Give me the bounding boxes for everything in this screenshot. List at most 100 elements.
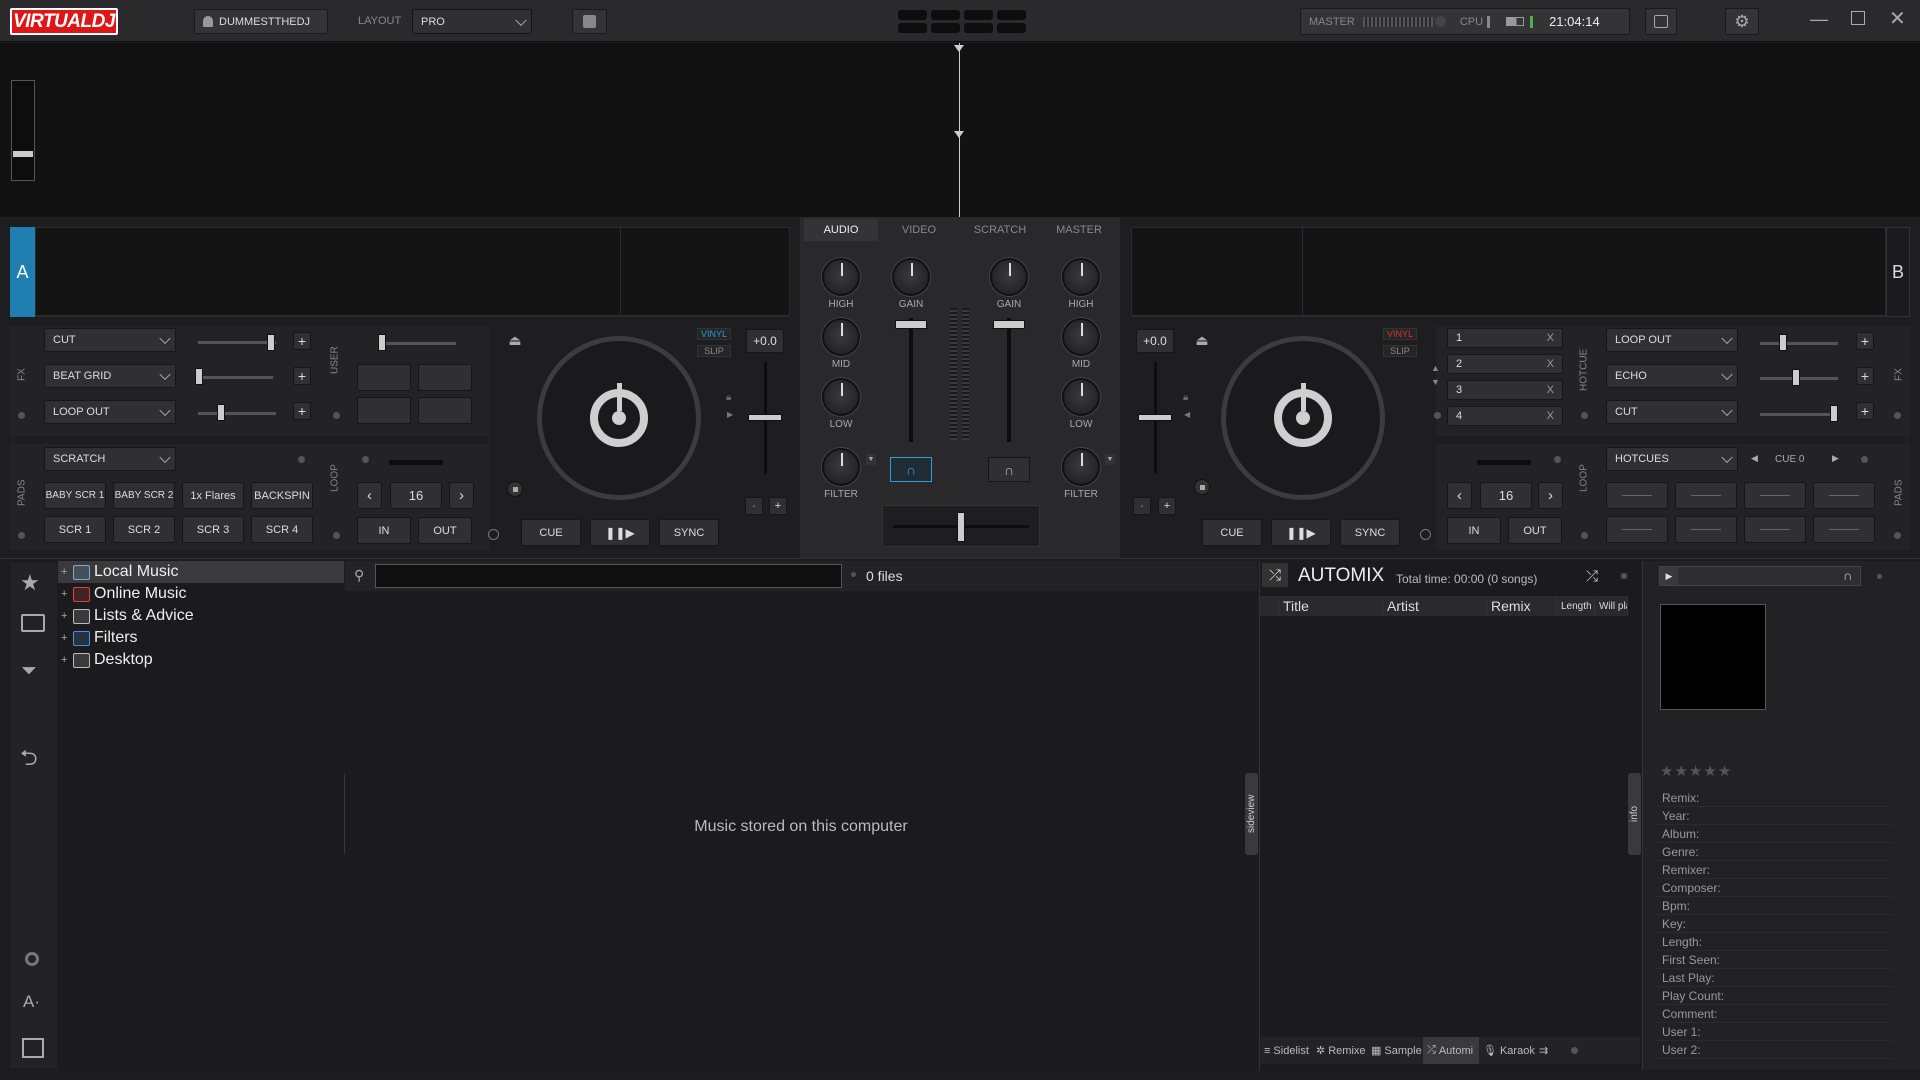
expand-icon[interactable]: + <box>61 566 73 578</box>
deck-b-loop-size[interactable]: 16 <box>1480 482 1532 509</box>
info-options-dot[interactable] <box>1876 573 1883 580</box>
deck-b-eject-icon[interactable]: ⏏ <box>1190 330 1214 350</box>
deck-b-hotcue-4[interactable]: 4X <box>1447 406 1563 426</box>
info-field[interactable]: Last Play: <box>1656 969 1892 987</box>
deck-layout-icon[interactable] <box>898 10 1026 34</box>
tab-sampler[interactable]: ▦ Sample <box>1367 1037 1423 1064</box>
info-field[interactable]: Comment: <box>1656 1005 1892 1023</box>
expand-icon[interactable]: + <box>61 654 73 666</box>
deck-b-pad-4[interactable] <box>1813 482 1875 509</box>
col-length[interactable]: Length <box>1557 596 1595 616</box>
cue-next-icon[interactable]: ▶ <box>1832 453 1839 464</box>
cue-prev-icon[interactable]: ◀ <box>1751 453 1758 464</box>
deck-b-pitch-thumb[interactable] <box>1138 414 1172 421</box>
deck-a-fx-tab[interactable]: FX <box>12 330 32 420</box>
deck-b-fx2-thumb[interactable] <box>1792 369 1800 386</box>
info-field[interactable]: Album: <box>1656 825 1892 843</box>
mixer-a-filter-knob[interactable] <box>822 448 860 486</box>
deck-a-sync-button[interactable]: SYNC <box>659 519 719 546</box>
preview-play-icon[interactable]: ▶ <box>1660 567 1678 585</box>
deck-b-pad-8[interactable] <box>1813 516 1875 543</box>
star-icon[interactable]: ★ <box>1674 763 1688 780</box>
deck-a-fx1-thumb[interactable] <box>267 334 275 351</box>
rating-stars[interactable]: ★★★★★ <box>1660 762 1732 780</box>
settings-button[interactable]: ⚙ <box>1725 8 1759 35</box>
crossfader-thumb[interactable] <box>957 512 965 542</box>
preview-player[interactable]: ▶ ∩ <box>1659 566 1861 586</box>
deck-b-loop-next[interactable]: › <box>1538 482 1563 509</box>
star-icon[interactable]: ★ <box>1718 763 1732 780</box>
automix-options-dot[interactable] <box>1620 572 1628 580</box>
col-artist[interactable]: Artist <box>1383 596 1487 616</box>
deck-a-user-thumb[interactable] <box>378 334 386 351</box>
deck-b-pads-option-dot[interactable] <box>1860 455 1869 464</box>
mixer-tab-scratch[interactable]: SCRATCH <box>960 219 1040 241</box>
deck-a-pad-4[interactable]: BACKSPIN <box>251 482 313 509</box>
deck-b-pad-2[interactable] <box>1675 482 1737 509</box>
tab-automix[interactable]: ⤮ Automi <box>1423 1037 1479 1064</box>
info-field[interactable]: Genre: <box>1656 843 1892 861</box>
deck-b-pad-6[interactable] <box>1675 516 1737 543</box>
shuffle-icon[interactable]: ⤮ <box>1262 563 1288 587</box>
search-icon[interactable]: ⚲ <box>354 567 364 584</box>
deck-a-loop-out[interactable]: OUT <box>418 517 472 544</box>
deck-a-fx-dot[interactable] <box>17 411 26 420</box>
deck-b-fx3-add[interactable]: + <box>1856 402 1874 420</box>
rec-schedule-button[interactable] <box>1645 8 1677 35</box>
font-size-icon[interactable]: A· <box>23 992 40 1012</box>
layout-select[interactable]: PRO <box>412 9 532 34</box>
info-field[interactable]: Remix: <box>1656 789 1892 807</box>
deck-b-cue-button[interactable]: CUE <box>1202 519 1262 546</box>
info-field[interactable]: Remixer: <box>1656 861 1892 879</box>
deck-b-slip-button[interactable]: SLIP <box>1383 345 1417 357</box>
info-field[interactable]: First Seen: <box>1656 951 1892 969</box>
deck-a-loop-next[interactable]: › <box>449 482 474 509</box>
deck-a-fx1-select[interactable]: CUT <box>44 328 176 352</box>
favorites-star-icon[interactable]: ★ <box>20 570 40 596</box>
deck-a-fx2-add[interactable]: + <box>293 367 311 385</box>
info-tab[interactable]: info <box>1628 773 1641 855</box>
deck-a-fx3-select[interactable]: LOOP OUT <box>44 400 176 424</box>
deck-b-pads-tab[interactable]: PADS <box>1889 448 1909 538</box>
tree-item[interactable]: + Local Music <box>58 561 344 583</box>
mixer-tab-audio[interactable]: AUDIO <box>804 219 878 241</box>
extensions-button[interactable] <box>572 9 607 34</box>
deck-a-user-pad-3[interactable] <box>357 397 411 424</box>
tree-item[interactable]: + Online Music <box>58 583 344 605</box>
deck-a-pad-3[interactable]: 1x Flares <box>182 482 244 509</box>
mixer-a-volume-thumb[interactable] <box>895 320 927 329</box>
tab-sidelist[interactable]: ≡ Sidelist <box>1260 1037 1312 1064</box>
deck-a-pads-tab[interactable]: PADS <box>12 448 32 538</box>
hotcue-delete-icon[interactable]: X <box>1547 358 1554 370</box>
mixer-b-low-knob[interactable] <box>1062 378 1100 416</box>
deck-b-sync-button[interactable]: SYNC <box>1340 519 1400 546</box>
sideview-tab[interactable]: sideview <box>1245 773 1258 855</box>
deck-a-user-pad-2[interactable] <box>418 364 472 391</box>
deck-b-hotcue-dot[interactable] <box>1433 411 1442 420</box>
deck-a-loop-dot[interactable] <box>332 531 341 540</box>
star-icon[interactable]: ★ <box>1703 763 1717 780</box>
deck-a-fx2-thumb[interactable] <box>195 368 203 385</box>
mixer-b-volume-fader[interactable] <box>1007 318 1011 442</box>
deck-a-fx3-add[interactable]: + <box>293 402 311 420</box>
deck-a-play-button[interactable]: ❚❚▶ <box>590 519 650 546</box>
mixer-a-filter-menu-icon[interactable]: ▼ <box>866 454 876 465</box>
deck-b-jogwheel[interactable] <box>1221 336 1385 500</box>
deck-b-pad-3[interactable] <box>1744 482 1806 509</box>
mixer-b-high-knob[interactable] <box>1062 258 1100 296</box>
deck-b-pitch-minus[interactable]: - <box>1133 497 1151 515</box>
tab-remixes[interactable]: ✲ Remixe <box>1312 1037 1367 1064</box>
deck-b-fx1-add[interactable]: + <box>1856 332 1874 350</box>
col-remix[interactable]: Remix <box>1487 596 1557 616</box>
col-will-play[interactable]: Will pla <box>1595 596 1628 616</box>
mixer-b-volume-thumb[interactable] <box>993 320 1025 329</box>
deck-a-fx3-thumb[interactable] <box>217 404 225 421</box>
tab-karaoke[interactable]: 🎙︎ Karaok <box>1479 1037 1535 1064</box>
deck-a-stop-button[interactable] <box>507 481 523 497</box>
deck-a-fx3-slider[interactable] <box>198 412 276 415</box>
tree-item[interactable]: + Lists & Advice <box>58 605 344 627</box>
deck-a-user-slider[interactable] <box>378 342 456 345</box>
deck-a-pad-7[interactable]: SCR 3 <box>182 516 244 543</box>
deck-b-fx1-select[interactable]: LOOP OUT <box>1606 328 1738 352</box>
deck-a-user-pad-4[interactable] <box>418 397 472 424</box>
